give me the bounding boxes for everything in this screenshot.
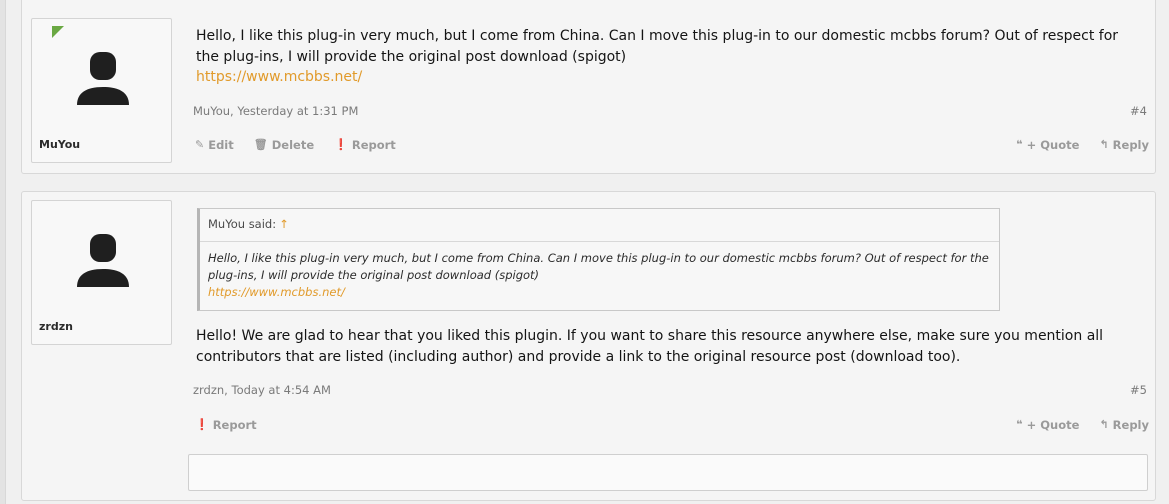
post-actions-right: ❝ + Quote ↰ Reply <box>1000 137 1149 152</box>
alert-circle-icon: ❗ <box>334 138 348 151</box>
avatar-icon[interactable] <box>76 231 130 287</box>
post-link[interactable]: https://www.mcbbs.net/ <box>196 69 362 85</box>
avatar-icon[interactable] <box>76 49 130 105</box>
username-link[interactable]: zrdzn <box>39 320 73 333</box>
online-indicator <box>52 26 64 38</box>
post-5: zrdzn MuYou said: ↑ Hello, I like this pl… <box>21 191 1156 501</box>
page-left-rule <box>0 0 6 504</box>
edit-button[interactable]: ✎ Edit <box>195 138 234 152</box>
quick-reply-editor[interactable] <box>188 454 1148 491</box>
trash-icon: 🗑 <box>253 138 268 151</box>
quote-link[interactable]: https://www.mcbbs.net/ <box>208 285 345 299</box>
post-actions: ❗ Report <box>195 417 273 432</box>
post-number-link[interactable]: #5 <box>1130 383 1147 397</box>
quote-block: MuYou said: ↑ Hello, I like this plug-in … <box>197 208 1000 311</box>
post-actions: ✎ Edit 🗑 Delete ❗ Report <box>195 137 412 152</box>
reply-button[interactable]: ↰ Reply <box>1099 138 1149 152</box>
quote-header: MuYou said: ↑ <box>200 209 999 242</box>
alert-circle-icon: ❗ <box>195 418 209 431</box>
quote-marks-icon: ❝ <box>1016 138 1023 151</box>
reply-arrow-icon: ↰ <box>1099 418 1109 431</box>
post-actions-right: ❝ + Quote ↰ Reply <box>1000 417 1149 432</box>
post-message: Hello, I like this plug-in very much, bu… <box>196 26 1141 88</box>
reply-button[interactable]: ↰ Reply <box>1099 418 1149 432</box>
quote-author: MuYou said: <box>208 217 277 231</box>
user-card: zrdzn <box>31 200 172 345</box>
delete-button[interactable]: 🗑 Delete <box>254 138 314 152</box>
quote-jump-link[interactable]: ↑ <box>279 217 289 231</box>
quote-button[interactable]: ❝ + Quote <box>1016 138 1079 152</box>
username-link[interactable]: MuYou <box>39 138 80 151</box>
post-meta[interactable]: MuYou, Yesterday at 1:31 PM <box>193 104 358 118</box>
pencil-icon: ✎ <box>195 138 205 151</box>
report-button[interactable]: ❗ Report <box>195 418 257 432</box>
post-number-link[interactable]: #4 <box>1130 104 1147 118</box>
post-message: Hello! We are glad to hear that you like… <box>196 328 1104 365</box>
user-card: MuYou <box>31 18 172 163</box>
post-4: MuYou Hello, I like this plug-in very mu… <box>21 0 1156 174</box>
reply-arrow-icon: ↰ <box>1099 138 1109 151</box>
quote-text: Hello, I like this plug-in very much, bu… <box>208 251 989 282</box>
post-meta[interactable]: zrdzn, Today at 4:54 AM <box>193 383 331 397</box>
post-message-text: Hello, I like this plug-in very much, bu… <box>196 28 1119 65</box>
quote-body: Hello, I like this plug-in very much, bu… <box>200 242 999 301</box>
quote-button[interactable]: ❝ + Quote <box>1016 418 1079 432</box>
quote-marks-icon: ❝ <box>1016 418 1023 431</box>
report-button[interactable]: ❗ Report <box>334 138 396 152</box>
